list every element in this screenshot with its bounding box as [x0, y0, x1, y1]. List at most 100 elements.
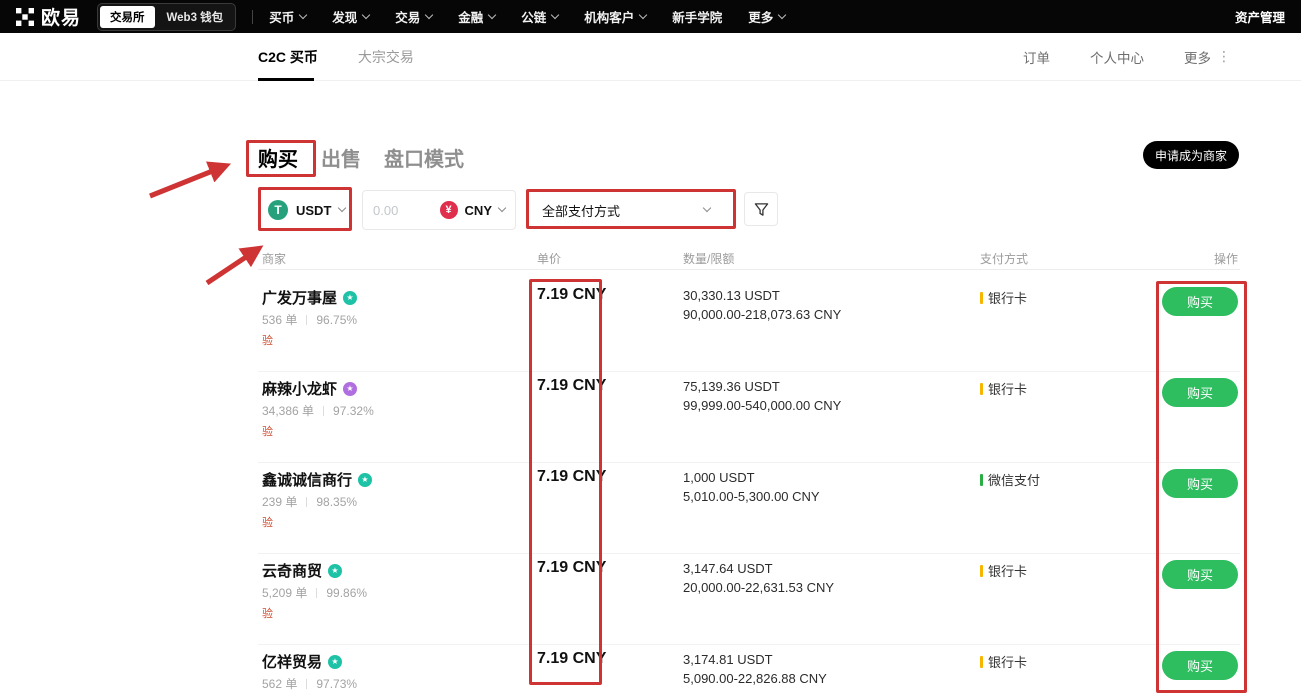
chevron-down-icon [488, 10, 496, 18]
subnav-tab-label: C2C 买币 [258, 47, 318, 67]
unit-price: 7.19 CNY [537, 377, 606, 395]
topnav-item-label: 发现 [332, 7, 357, 26]
crypto-select-value: USDT [296, 203, 331, 218]
cny-icon: ¥ [440, 201, 458, 219]
okx-logo-icon [16, 8, 34, 26]
order-limit: 90,000.00-218,073.63 CNY [683, 307, 841, 322]
chevron-down-icon [778, 10, 786, 18]
subnav-action[interactable]: 更多 ⋮ [1184, 47, 1231, 67]
trade-mode-tab[interactable]: 出售 [321, 143, 361, 172]
subnav-action-label: 个人中心 [1090, 47, 1144, 67]
buy-button[interactable]: 购买 [1162, 651, 1238, 680]
asset-management-link[interactable]: 资产管理 [1235, 7, 1285, 26]
chevron-down-icon [362, 10, 370, 18]
order-count: 239 单 [262, 493, 297, 510]
toggle-segment[interactable]: 交易所 [100, 6, 155, 28]
chevron-down-icon [425, 10, 433, 18]
buy-button[interactable]: 购买 [1162, 378, 1238, 407]
payment-method: 微信支付 [980, 470, 1040, 489]
amount-input[interactable] [373, 203, 433, 218]
buy-button[interactable]: 购买 [1162, 560, 1238, 589]
subnav-action-label: 更多 [1184, 47, 1211, 67]
order-limit: 5,090.00-22,826.88 CNY [683, 671, 827, 686]
topnav-item[interactable]: 公链 [521, 7, 558, 26]
subnav-tab-label: 大宗交易 [358, 47, 414, 67]
topnav-item[interactable]: 更多 [748, 7, 785, 26]
order-count: 34,386 单 [262, 402, 314, 419]
column-header-payment: 支付方式 [980, 250, 1028, 267]
merchant-stats: 34,386 单 97.32% [262, 402, 374, 419]
merchant-stats: 239 单 98.35% [262, 493, 357, 510]
fiat-select-value[interactable]: CNY [465, 203, 492, 218]
merchant-name-label: 云奇商贸 [262, 560, 322, 581]
subnav-action-label: 订单 [1023, 47, 1050, 67]
trade-mode-tab[interactable]: 购买 [258, 143, 298, 172]
merchant-link[interactable]: 亿祥贸易 ★ [262, 651, 342, 672]
topnav-item[interactable]: 发现 [332, 7, 369, 26]
payment-color-bar [980, 292, 983, 304]
payment-color-bar [980, 656, 983, 668]
payment-method-label: 银行卡 [988, 379, 1027, 398]
annotation-arrow-1 [150, 166, 225, 196]
completion-rate: 97.73% [316, 677, 357, 691]
trade-mode-tab[interactable]: 盘口模式 [384, 143, 464, 172]
offer-list: 广发万事屋 ★ 536 单 96.75% 验 7.19 CNY 30,330.1… [0, 280, 1301, 697]
column-header-merchant: 商家 [262, 250, 286, 267]
become-merchant-button[interactable]: 申请成为商家 [1143, 141, 1239, 169]
verify-badge: 验 [262, 332, 273, 348]
order-count: 562 单 [262, 675, 297, 692]
merchant-link[interactable]: 麻辣小龙虾 ★ [262, 378, 357, 399]
payment-method-select[interactable]: 全部支付方式 [530, 191, 724, 229]
navbar-divider [252, 10, 253, 24]
chevron-down-icon [498, 204, 506, 212]
merchant-stats: 5,209 单 99.86% [262, 584, 367, 601]
merchant-stats: 562 单 97.73% [262, 675, 357, 692]
merchant-link[interactable]: 鑫诚诚信商行 ★ [262, 469, 372, 490]
subnav-tab[interactable]: 大宗交易 [358, 33, 414, 81]
topnav-item[interactable]: 新手学院 [672, 7, 722, 26]
order-count: 5,209 单 [262, 584, 307, 601]
chevron-down-icon [551, 10, 559, 18]
offer-row: 鑫诚诚信商行 ★ 239 单 98.35% 验 7.19 CNY 1,000 U… [0, 462, 1301, 553]
okx-logo[interactable]: 欧易 [16, 3, 81, 30]
column-header-action: 操作 [1214, 250, 1238, 267]
topnav-item-label: 金融 [458, 7, 483, 26]
subnav-action[interactable]: 订单 ⋮ [1023, 47, 1050, 67]
buy-button[interactable]: 购买 [1162, 287, 1238, 316]
completion-rate: 97.32% [333, 404, 374, 418]
buy-button[interactable]: 购买 [1162, 469, 1238, 498]
topnav-item[interactable]: 买币 [269, 7, 306, 26]
available-amount: 3,174.81 USDT [683, 652, 773, 667]
topnav-item-label: 新手学院 [672, 7, 722, 26]
offer-row: 广发万事屋 ★ 536 单 96.75% 验 7.19 CNY 30,330.1… [0, 280, 1301, 371]
available-amount: 75,139.36 USDT [683, 379, 780, 394]
offer-row: 麻辣小龙虾 ★ 34,386 单 97.32% 验 7.19 CNY 75,13… [0, 371, 1301, 462]
merchant-link[interactable]: 云奇商贸 ★ [262, 560, 342, 581]
topnav-item-label: 买币 [269, 7, 294, 26]
topnav-item-label: 交易 [395, 7, 420, 26]
toggle-segment[interactable]: Web3 钱包 [157, 6, 234, 28]
chevron-down-icon [299, 10, 307, 18]
topnav-item[interactable]: 交易 [395, 7, 432, 26]
available-amount: 1,000 USDT [683, 470, 755, 485]
filter-button[interactable] [744, 192, 778, 226]
subnav-action[interactable]: 个人中心 ⋮ [1090, 47, 1144, 67]
offer-row: 云奇商贸 ★ 5,209 单 99.86% 验 7.19 CNY 3,147.6… [0, 553, 1301, 644]
exchange-web3-toggle: 交易所Web3 钱包 [97, 3, 236, 31]
verify-badge: 验 [262, 514, 273, 530]
chevron-down-icon [703, 204, 711, 212]
subnav-tab[interactable]: C2C 买币 [258, 33, 318, 81]
top-navbar: 欧易 交易所Web3 钱包 买币 发现 交易 金融 公链 机构客户 [0, 0, 1301, 33]
topnav-item[interactable]: 金融 [458, 7, 495, 26]
merchant-name-label: 麻辣小龙虾 [262, 378, 337, 399]
payment-method-label: 银行卡 [988, 288, 1027, 307]
topnav-item-label: 机构客户 [584, 7, 634, 26]
filter-funnel-icon [754, 202, 769, 217]
subnav-right-actions: 订单 ⋮ 个人中心 ⋮ 更多 ⋮ [1023, 47, 1231, 67]
stats-divider [316, 588, 317, 598]
topnav-item[interactable]: 机构客户 [584, 7, 646, 26]
merchant-link[interactable]: 广发万事屋 ★ [262, 287, 357, 308]
crypto-select[interactable]: T USDT [262, 190, 350, 230]
payment-select-value: 全部支付方式 [542, 201, 620, 220]
merchant-name-label: 广发万事屋 [262, 287, 337, 308]
